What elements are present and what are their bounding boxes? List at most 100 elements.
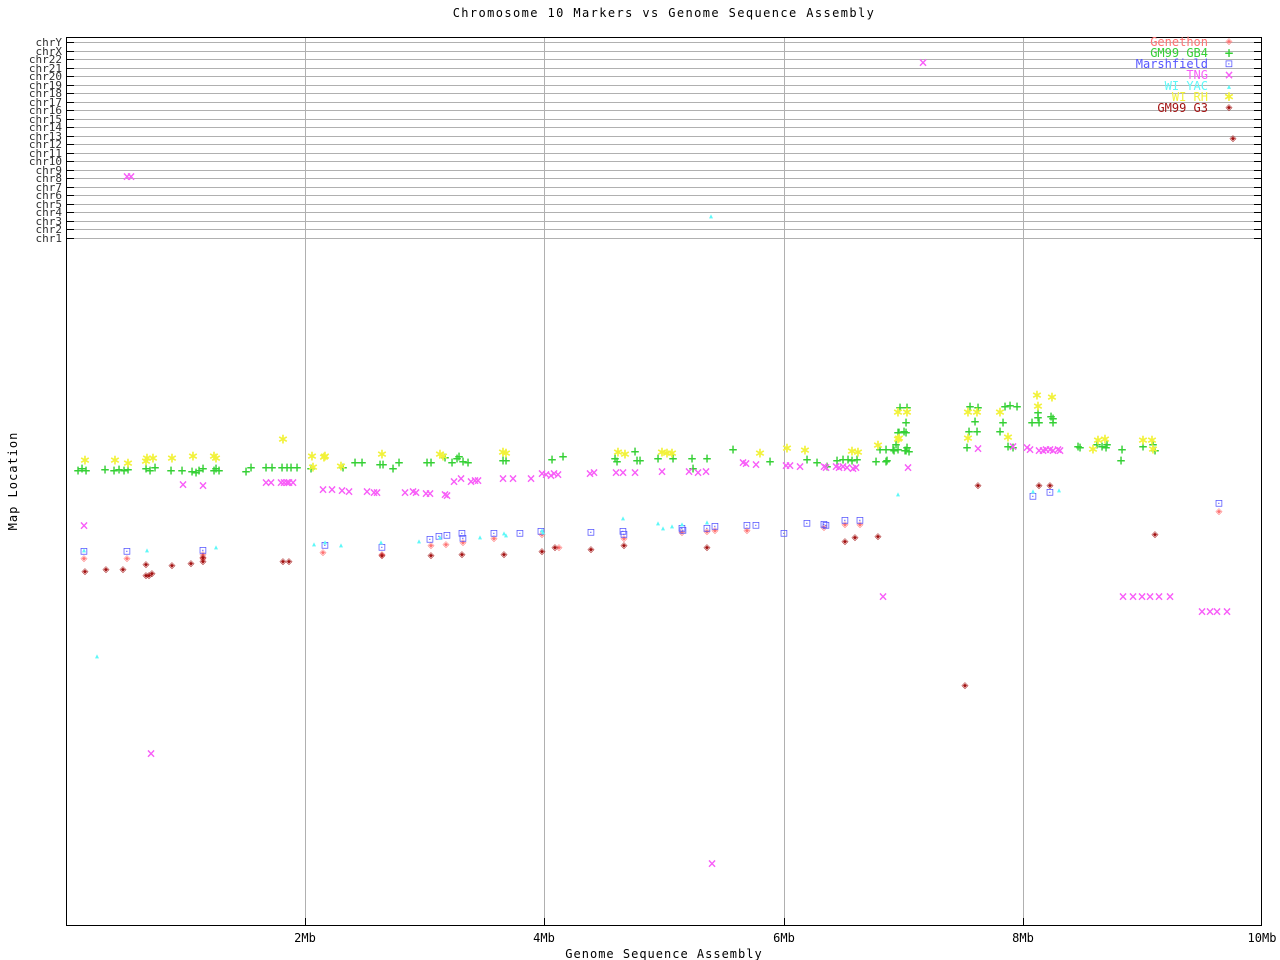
left-tick-chr20 [67,76,74,77]
data-point-wi-yac: ▴ [322,537,328,547]
data-point-marshfield: ⊡ [751,520,761,532]
y-axis-title: Map Location [6,431,20,531]
data-point-wi-yac: ▴ [503,530,509,540]
right-tick-chr14 [1254,127,1261,128]
data-point-tng: × [617,465,629,480]
left-tick-chr3 [67,221,74,222]
data-point-tng: × [706,856,718,871]
left-tick-chr15 [67,119,74,120]
chart-title: Chromosome 10 Markers vs Genome Sequence… [452,6,876,20]
legend-label-gm99-g3: GM99 G3 [1157,101,1208,115]
data-point-gm99-gb4: + [176,463,188,478]
left-tick-chrX [67,51,74,52]
data-point-wi-rh: ∗ [994,404,1006,421]
gridline-chr10 [67,161,1261,162]
data-point-tng: × [1221,604,1233,619]
data-point-tng: × [820,460,832,475]
data-point-gm99-g3: ◈ [500,550,508,561]
data-point-wi-rh: ∗ [754,445,766,462]
data-point-tng: × [326,482,338,497]
gridline-chr1 [67,238,1261,239]
data-point-tng: × [1054,443,1066,458]
data-point-wi-rh: ∗ [1032,398,1044,415]
gridline-chr14 [67,127,1261,128]
data-point-tng: × [877,589,889,604]
gridline-2mb [305,38,306,925]
legend-marker-gm99-g3: ◈ [1225,103,1233,113]
data-point-marshfield: ⊡ [586,527,596,539]
data-point-wi-yac: ▴ [213,542,219,552]
data-point-tng: × [588,465,600,480]
data-point-wi-rh: ∗ [318,449,330,466]
gridline-chr8 [67,178,1261,179]
left-tick-chr19 [67,85,74,86]
data-point-wi-yac: ▴ [378,537,384,547]
data-point-gm99-g3: ◈ [285,557,293,568]
gridline-chr13 [67,136,1261,137]
left-tick-chrY [67,42,74,43]
data-point-wi-rh: ∗ [147,450,159,467]
data-point-tng: × [371,485,383,500]
legend-marker-wi-rh: ∗ [1223,89,1235,105]
data-point-tng: × [410,485,422,500]
data-point-gm99-g3: ◈ [620,541,628,552]
gridline-chr9 [67,170,1261,171]
data-point-gm99-gb4: + [197,461,209,476]
left-tick-chr2 [67,229,74,230]
data-point-marshfield: ⊡ [710,521,720,533]
data-point-gm99-g3: ◈ [148,569,156,580]
data-point-wi-yac: ▴ [338,540,344,550]
right-tick-chr4 [1254,212,1261,213]
data-point-wi-rh: ∗ [781,440,793,457]
data-point-wi-yac: ▴ [81,545,87,555]
data-point-marshfield: ⊡ [742,520,752,532]
data-point-gm99-g3: ◈ [703,543,711,554]
data-point-gm99-g3: ◈ [1151,530,1159,541]
data-point-wi-yac: ▴ [704,517,710,527]
left-tick-chr22 [67,59,74,60]
data-point-gm99-gb4: + [764,454,776,469]
data-point-wi-rh: ∗ [210,450,222,467]
data-point-tng: × [972,441,984,456]
data-point-gm99-g3: ◈ [378,551,386,562]
right-tick-chr3 [1254,221,1261,222]
data-point-wi-rh: ∗ [962,430,974,447]
data-point-wi-yac: ▴ [669,521,675,531]
data-point-tng: × [197,478,209,493]
data-point-tng: × [424,486,436,501]
data-point-wi-yac: ▴ [708,211,714,221]
data-point-tng: × [177,477,189,492]
data-point-tng: × [441,488,453,503]
data-point-gm99-gb4: + [557,449,569,464]
data-point-marshfield: ⊡ [619,529,629,541]
right-tick-chr2 [1254,229,1261,230]
data-point-tng: × [145,746,157,761]
data-point-wi-rh: ∗ [852,444,864,461]
right-tick-chr1 [1254,238,1261,239]
data-point-tng: × [917,55,929,70]
x-tick-label-6Mb: 6Mb [773,931,795,945]
data-point-gm99-gb4: + [727,442,739,457]
data-point-gm99-g3: ◈ [187,559,195,570]
data-point-wi-yac: ▴ [437,532,443,542]
data-point-wi-yac: ▴ [655,518,661,528]
x-tick-label-10Mb: 10Mb [1247,931,1277,945]
data-point-wi-rh: ∗ [79,452,91,469]
data-point-gm99-gb4: + [387,461,399,476]
right-tick-chr7 [1254,187,1261,188]
data-point-wi-yac: ▴ [94,651,100,661]
data-point-tng: × [700,464,712,479]
data-point-tng: × [850,460,862,475]
data-point-gm99-g3: ◈ [841,537,849,548]
gridline-chr4 [67,212,1261,213]
data-point-marshfield: ⊡ [779,528,789,540]
data-point-wi-rh: ∗ [122,455,134,472]
data-point-marshfield: ⊡ [489,528,499,540]
data-point-gm99-g3: ◈ [551,543,559,554]
data-point-wi-rh: ∗ [1147,441,1159,458]
left-tick-chr14 [67,127,74,128]
data-point-wi-yac: ▴ [477,532,483,542]
data-point-gm99-gb4: + [266,460,278,475]
data-point-tng: × [1153,589,1165,604]
chart-canvas: Chromosome 10 Markers vs Genome Sequence… [0,0,1280,960]
